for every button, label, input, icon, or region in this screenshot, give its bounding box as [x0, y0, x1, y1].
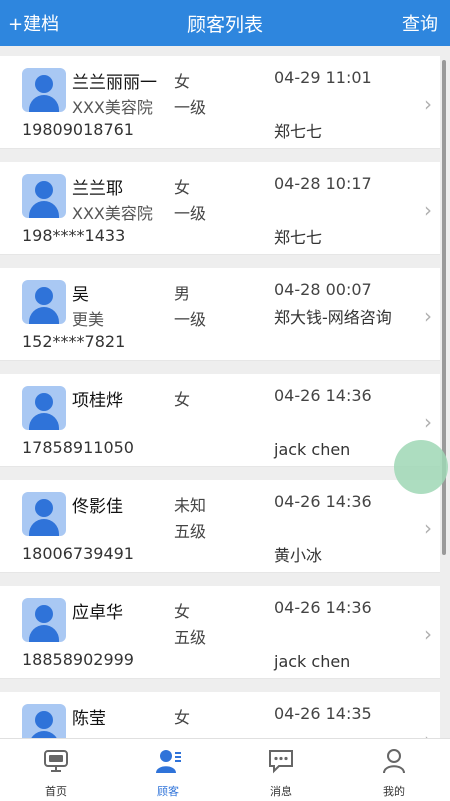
customer-card[interactable]: 陈莹 女 04-26 14:35 › — [0, 692, 440, 738]
chevron-right-icon[interactable]: › — [424, 304, 432, 328]
avatar-icon — [22, 68, 66, 112]
tab-customers[interactable]: 顾客 — [112, 739, 224, 801]
customer-gender: 女 — [174, 178, 191, 197]
customer-time: 04-26 14:36 — [274, 492, 372, 511]
customer-list: 兰兰丽丽一 XXX美容院 女 一级 04-29 11:01 1980901876… — [0, 46, 450, 738]
customer-phone: 17858911050 — [22, 438, 134, 457]
tab-label: 首页 — [45, 785, 67, 798]
avatar-icon — [22, 704, 66, 738]
chevron-right-icon[interactable]: › — [424, 410, 432, 434]
customer-name: 项桂烨 — [72, 391, 123, 411]
chevron-right-icon[interactable]: › — [424, 622, 432, 646]
customer-card[interactable]: 项桂烨 女 04-26 14:36 17858911050 jack chen … — [0, 374, 440, 467]
customer-level: 一级 — [174, 204, 207, 223]
customer-phone: 152****7821 — [22, 332, 126, 351]
customer-level: 五级 — [174, 522, 207, 541]
customer-card[interactable]: 兰兰耶 XXX美容院 女 一级 04-28 10:17 198****1433 … — [0, 162, 440, 255]
customer-gender: 男 — [174, 284, 191, 303]
customer-gender: 女 — [174, 72, 191, 91]
chevron-right-icon[interactable]: › — [424, 92, 432, 116]
chevron-right-icon[interactable]: › — [424, 198, 432, 222]
customer-time: 04-28 00:07 — [274, 280, 372, 299]
app-header: +建档 顾客列表 查询 — [0, 0, 450, 46]
customer-phone: 18858902999 — [22, 650, 134, 669]
avatar-icon — [22, 174, 66, 218]
customer-staff: 黄小冰 — [274, 546, 323, 565]
customer-gender: 女 — [174, 390, 191, 409]
customer-gender: 女 — [174, 602, 191, 621]
customer-staff: 郑七七 — [274, 228, 323, 247]
customer-name: 兰兰耶 — [72, 179, 123, 199]
customer-staff: jack chen — [274, 440, 351, 459]
tab-label: 我的 — [383, 785, 405, 798]
customer-card[interactable]: 应卓华 女 五级 04-26 14:36 18858902999 jack ch… — [0, 586, 440, 679]
customer-time: 04-29 11:01 — [274, 68, 372, 87]
customer-card[interactable]: 兰兰丽丽一 XXX美容院 女 一级 04-29 11:01 1980901876… — [0, 56, 440, 149]
customer-staff: jack chen — [274, 652, 351, 671]
tab-home[interactable]: 首页 — [0, 739, 112, 801]
tab-profile[interactable]: 我的 — [338, 739, 450, 801]
customer-gender: 未知 — [174, 496, 207, 515]
tab-label: 消息 — [270, 785, 292, 798]
customer-level: 五级 — [174, 628, 207, 647]
customer-icon — [156, 750, 181, 773]
customer-level: 一级 — [174, 310, 207, 329]
customer-time: 04-26 14:36 — [274, 386, 372, 405]
avatar-icon — [22, 280, 66, 324]
customer-time: 04-26 14:36 — [274, 598, 372, 617]
customer-card[interactable]: 吴 更美 男 一级 04-28 00:07 152****7821 郑大钱-网络… — [0, 268, 440, 361]
tab-label: 顾客 — [157, 785, 179, 798]
customer-name: 兰兰丽丽一 — [72, 73, 157, 93]
chevron-right-icon[interactable]: › — [424, 516, 432, 540]
bottom-tab-bar: 首页 顾客 消息 我的 — [0, 738, 450, 801]
customer-org: XXX美容院 — [72, 98, 153, 117]
search-button[interactable]: 查询 — [402, 10, 438, 36]
customer-name: 陈莹 — [72, 709, 106, 729]
avatar-icon — [22, 492, 66, 536]
customer-name: 应卓华 — [72, 603, 123, 623]
page-title: 顾客列表 — [186, 14, 263, 36]
customer-time: 04-26 14:35 — [274, 704, 372, 723]
customer-org: XXX美容院 — [72, 204, 153, 223]
profile-icon — [383, 749, 405, 774]
chevron-right-icon[interactable]: › — [424, 728, 432, 738]
floating-action-button[interactable] — [394, 440, 448, 494]
customer-staff: 郑大钱-网络咨询 — [274, 308, 392, 327]
customer-gender: 女 — [174, 708, 191, 727]
avatar-icon — [22, 386, 66, 430]
customer-level: 一级 — [174, 98, 207, 117]
tab-messages[interactable]: 消息 — [225, 739, 337, 801]
avatar-icon — [22, 598, 66, 642]
home-monitor-icon — [44, 750, 68, 772]
customer-phone: 198****1433 — [22, 226, 126, 245]
customer-phone: 19809018761 — [22, 120, 134, 139]
customer-name: 佟影佳 — [72, 497, 123, 517]
customer-staff: 郑七七 — [274, 122, 323, 141]
customer-time: 04-28 10:17 — [274, 174, 372, 193]
customer-phone: 18006739491 — [22, 544, 134, 563]
customer-org: 更美 — [72, 310, 105, 329]
message-icon — [269, 750, 293, 774]
customer-card[interactable]: 佟影佳 未知 五级 04-26 14:36 18006739491 黄小冰 › — [0, 480, 440, 573]
customer-name: 吴 — [72, 285, 89, 305]
